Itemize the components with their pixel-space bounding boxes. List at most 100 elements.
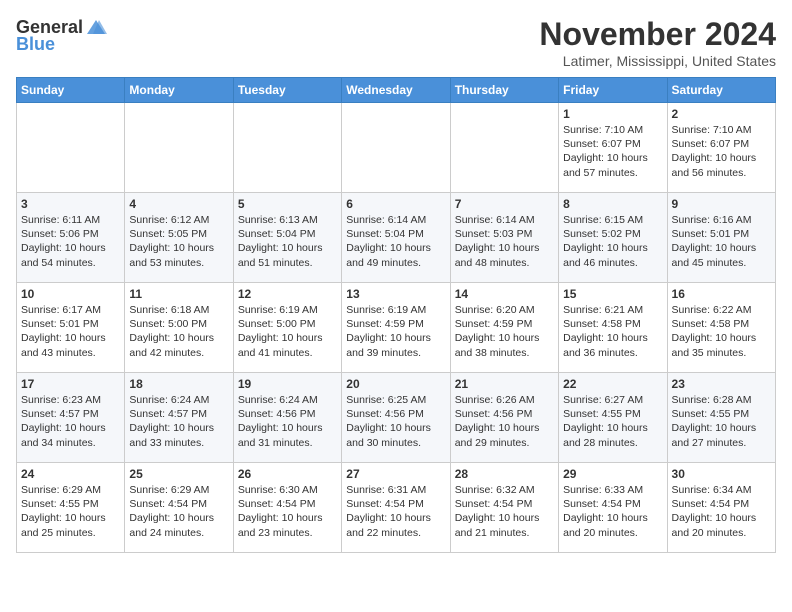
day-info-line: Daylight: 10 hours (346, 421, 445, 435)
day-info-line: and 43 minutes. (21, 346, 120, 360)
day-info-line: Sunset: 4:54 PM (346, 497, 445, 511)
calendar-cell (125, 103, 233, 193)
day-number: 4 (129, 197, 228, 211)
calendar-cell (17, 103, 125, 193)
calendar-cell: 9Sunrise: 6:16 AMSunset: 5:01 PMDaylight… (667, 193, 775, 283)
day-info-line: Sunrise: 6:34 AM (672, 483, 771, 497)
calendar-cell: 3Sunrise: 6:11 AMSunset: 5:06 PMDaylight… (17, 193, 125, 283)
day-info-line: and 35 minutes. (672, 346, 771, 360)
day-info-line: Sunset: 4:55 PM (672, 407, 771, 421)
day-info-line: and 25 minutes. (21, 526, 120, 540)
calendar-cell: 4Sunrise: 6:12 AMSunset: 5:05 PMDaylight… (125, 193, 233, 283)
day-number: 18 (129, 377, 228, 391)
day-info-line: Sunset: 4:55 PM (21, 497, 120, 511)
day-info-line: Sunrise: 6:12 AM (129, 213, 228, 227)
calendar-cell: 25Sunrise: 6:29 AMSunset: 4:54 PMDayligh… (125, 463, 233, 553)
day-info-line: Daylight: 10 hours (455, 331, 554, 345)
day-info-line: Sunrise: 6:15 AM (563, 213, 662, 227)
weekday-header-saturday: Saturday (667, 78, 775, 103)
day-number: 8 (563, 197, 662, 211)
day-info-line: Sunrise: 7:10 AM (563, 123, 662, 137)
day-info-line: Sunrise: 6:33 AM (563, 483, 662, 497)
day-info-line: Sunset: 4:58 PM (563, 317, 662, 331)
calendar-cell: 26Sunrise: 6:30 AMSunset: 4:54 PMDayligh… (233, 463, 341, 553)
day-info-line: Sunrise: 6:22 AM (672, 303, 771, 317)
day-info-line: Sunset: 4:59 PM (455, 317, 554, 331)
day-info-line: Sunset: 4:54 PM (672, 497, 771, 511)
day-info-line: Sunset: 4:54 PM (238, 497, 337, 511)
weekday-header-sunday: Sunday (17, 78, 125, 103)
day-info-line: Sunrise: 6:14 AM (455, 213, 554, 227)
calendar-cell: 15 Sunrise: 6:21 AMSunset: 4:58 PMDayligh… (559, 283, 667, 373)
day-number: 24 (21, 467, 120, 481)
day-info-line: Sunrise: 6:23 AM (21, 393, 120, 407)
day-info-line: and 56 minutes. (672, 166, 771, 180)
day-number: 20 (346, 377, 445, 391)
weekday-header-friday: Friday (559, 78, 667, 103)
calendar-cell: 27Sunrise: 6:31 AMSunset: 4:54 PMDayligh… (342, 463, 450, 553)
day-info-line: Sunset: 4:54 PM (129, 497, 228, 511)
day-info-line: Sunrise: 6:11 AM (21, 213, 120, 227)
day-info-line: Daylight: 10 hours (238, 331, 337, 345)
day-info-line: Sunrise: 6:21 AM (563, 303, 662, 317)
day-info-line: and 41 minutes. (238, 346, 337, 360)
calendar-cell: 13Sunrise: 6:19 AMSunset: 4:59 PMDayligh… (342, 283, 450, 373)
day-number: 3 (21, 197, 120, 211)
location-subtitle: Latimer, Mississippi, United States (539, 53, 776, 69)
weekday-header-tuesday: Tuesday (233, 78, 341, 103)
day-info-line: Sunset: 4:56 PM (455, 407, 554, 421)
day-info-line: and 42 minutes. (129, 346, 228, 360)
month-title: November 2024 (539, 16, 776, 53)
calendar-cell: 19Sunrise: 6:24 AMSunset: 4:56 PMDayligh… (233, 373, 341, 463)
day-info-line: Sunset: 5:01 PM (21, 317, 120, 331)
calendar-cell: 18Sunrise: 6:24 AMSunset: 4:57 PMDayligh… (125, 373, 233, 463)
day-number: 28 (455, 467, 554, 481)
day-info-line: and 20 minutes. (672, 526, 771, 540)
calendar-cell: 8Sunrise: 6:15 AMSunset: 5:02 PMDaylight… (559, 193, 667, 283)
day-number: 15 (563, 287, 662, 301)
day-info-line: Sunrise: 6:25 AM (346, 393, 445, 407)
logo-icon (85, 18, 107, 38)
day-info-line: Daylight: 10 hours (563, 151, 662, 165)
page-header: General Blue November 2024 Latimer, Miss… (16, 16, 776, 69)
calendar-cell: 16Sunrise: 6:22 AMSunset: 4:58 PMDayligh… (667, 283, 775, 373)
day-info-line: Daylight: 10 hours (21, 241, 120, 255)
day-number: 16 (672, 287, 771, 301)
day-info-line: Sunrise: 6:20 AM (455, 303, 554, 317)
calendar-cell: 24Sunrise: 6:29 AMSunset: 4:55 PMDayligh… (17, 463, 125, 553)
day-number: 11 (129, 287, 228, 301)
day-info-line: Daylight: 10 hours (563, 421, 662, 435)
day-info-line: Sunset: 4:54 PM (563, 497, 662, 511)
day-info-line: Daylight: 10 hours (21, 331, 120, 345)
day-info-line: Sunrise: 6:16 AM (672, 213, 771, 227)
calendar-week-3: 10Sunrise: 6:17 AMSunset: 5:01 PMDayligh… (17, 283, 776, 373)
day-number: 6 (346, 197, 445, 211)
calendar-cell (233, 103, 341, 193)
logo-blue-text: Blue (16, 34, 55, 55)
day-info-line: Daylight: 10 hours (346, 331, 445, 345)
day-info-line: and 21 minutes. (455, 526, 554, 540)
day-info-line: Sunset: 5:04 PM (346, 227, 445, 241)
weekday-header-monday: Monday (125, 78, 233, 103)
day-info-line: Sunset: 5:00 PM (238, 317, 337, 331)
day-info-line: and 29 minutes. (455, 436, 554, 450)
calendar-cell: 17Sunrise: 6:23 AMSunset: 4:57 PMDayligh… (17, 373, 125, 463)
day-info-line: Daylight: 10 hours (563, 511, 662, 525)
day-info-line: Daylight: 10 hours (563, 331, 662, 345)
day-info-line: and 49 minutes. (346, 256, 445, 270)
day-info-line: and 45 minutes. (672, 256, 771, 270)
day-info-line: and 38 minutes. (455, 346, 554, 360)
day-info-line: and 23 minutes. (238, 526, 337, 540)
day-info-line: Daylight: 10 hours (672, 151, 771, 165)
day-info-line: Sunrise: 6:19 AM (346, 303, 445, 317)
day-info-line: Sunrise: 6:18 AM (129, 303, 228, 317)
day-number: 1 (563, 107, 662, 121)
calendar-cell: 20 Sunrise: 6:25 AMSunset: 4:56 PMDayligh… (342, 373, 450, 463)
day-info-line: Daylight: 10 hours (455, 511, 554, 525)
day-number: 12 (238, 287, 337, 301)
day-info-line: Daylight: 10 hours (238, 421, 337, 435)
day-info-line: Sunrise: 6:14 AM (346, 213, 445, 227)
day-info-line: Sunset: 4:56 PM (346, 407, 445, 421)
day-info-line: and 54 minutes. (21, 256, 120, 270)
calendar-cell (450, 103, 558, 193)
